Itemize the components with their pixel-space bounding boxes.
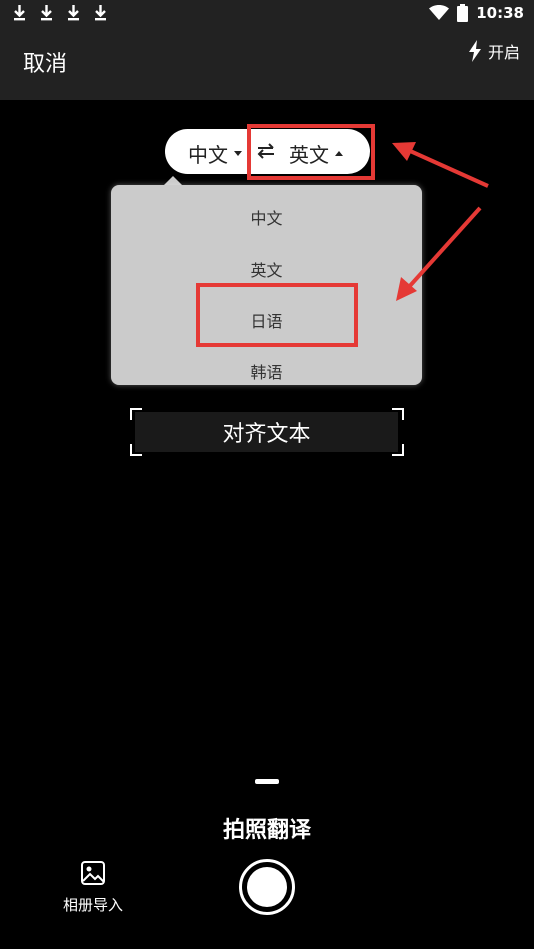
mode-label[interactable]: 拍照翻译 [0,812,534,844]
align-text-label: 对齐文本 [135,412,398,452]
album-import-button[interactable]: 相册导入 [52,860,134,915]
mode-indicator [255,779,279,784]
align-text-frame: 对齐文本 [130,408,404,456]
image-icon [81,861,105,885]
shutter-button[interactable] [239,859,295,915]
shutter-inner [247,867,287,907]
album-import-label: 相册导入 [62,896,123,914]
annotation-arrows [392,142,489,301]
